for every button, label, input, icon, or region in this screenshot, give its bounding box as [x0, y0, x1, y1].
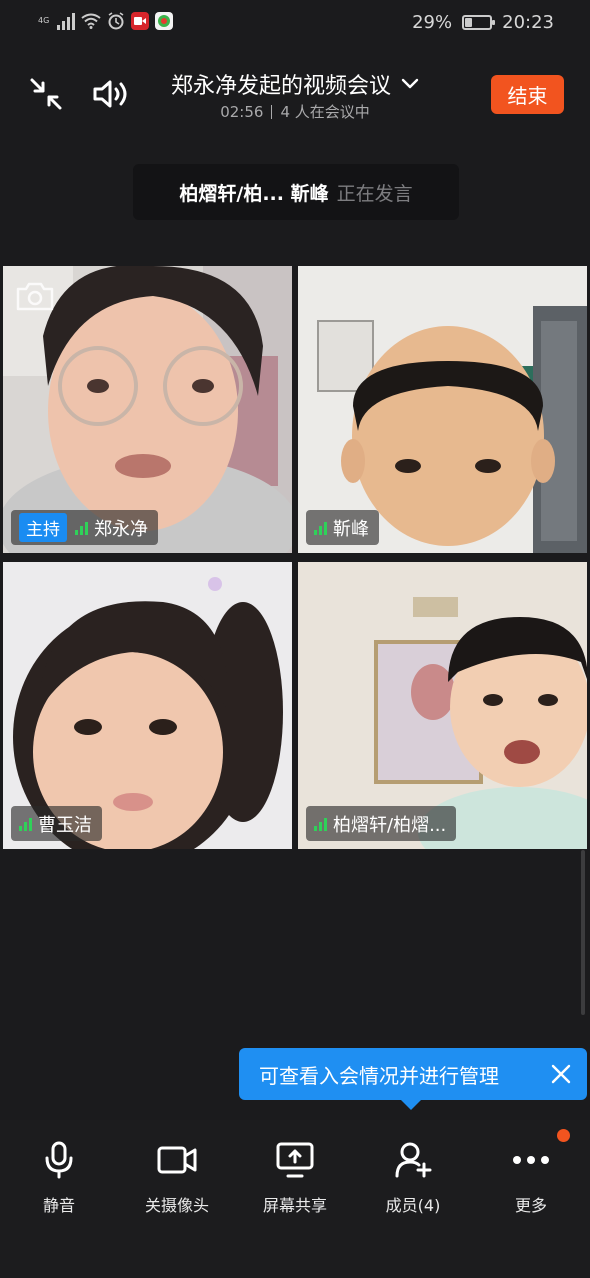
status-bar: 4G 29% 20:23 [0, 0, 590, 48]
meeting-duration: 02:56 [220, 103, 264, 121]
add-member-icon [395, 1142, 432, 1178]
wifi-icon [81, 13, 101, 29]
scrollbar[interactable] [581, 850, 585, 1015]
battery-icon [462, 15, 496, 30]
clock: 20:23 [502, 12, 554, 33]
audio-level-icon [19, 817, 32, 831]
recording-app-icon [131, 12, 150, 30]
audio-level-icon [75, 521, 88, 535]
video-camera-icon [157, 1146, 197, 1174]
members-tooltip: 可查看入会情况并进行管理 [239, 1048, 587, 1110]
participant-name: 郑永净 [94, 518, 148, 540]
participant-name: 靳峰 [333, 518, 369, 540]
end-meeting-button[interactable]: 结束 [491, 75, 564, 114]
video-tile-1[interactable]: 主持 郑永净 [3, 266, 292, 553]
screen-share-button[interactable]: 屏幕共享 [240, 1138, 350, 1216]
participant-name-tag: 柏熠轩/柏熠... [306, 806, 457, 841]
signal-icon [57, 12, 76, 30]
mute-label: 静音 [42, 1196, 75, 1215]
app-notification-icon [155, 12, 174, 30]
participant-name: 曹玉洁 [38, 814, 92, 836]
notification-dot [557, 1129, 570, 1142]
audio-level-icon [314, 521, 327, 535]
status-icons-left: 4G [38, 12, 174, 30]
more-button[interactable]: 更多 [476, 1138, 586, 1216]
audio-level-icon [314, 817, 327, 831]
members-button[interactable]: 成员(4) [358, 1138, 468, 1216]
more-label: 更多 [514, 1196, 547, 1215]
bottom-toolbar: 静音 关摄像头 屏幕共享 成员(4) 更多 [0, 1120, 590, 1278]
video-tile-2[interactable]: 靳峰 [298, 266, 587, 553]
tooltip-text: 可查看入会情况并进行管理 [259, 1063, 499, 1088]
meeting-title: 郑永净发起的视频会议 [170, 74, 391, 99]
alarm-icon [108, 12, 124, 30]
camera-label: 关摄像头 [144, 1196, 209, 1215]
camera-toggle-button[interactable]: 关摄像头 [122, 1138, 232, 1216]
battery-percent: 29% [412, 12, 453, 33]
host-badge: 主持 [19, 513, 67, 542]
speaking-indicator: 柏熠轩/柏... 靳峰 正在发言 [133, 164, 459, 220]
participant-name-tag: 曹玉洁 [11, 806, 102, 841]
screen-share-icon [276, 1142, 314, 1178]
chevron-down-icon [401, 78, 419, 89]
members-label: 成员(4) [385, 1196, 441, 1215]
divider [271, 105, 273, 119]
speaking-status: 正在发言 [336, 182, 413, 205]
mute-button[interactable]: 静音 [4, 1138, 114, 1216]
participant-name-tag: 靳峰 [306, 510, 379, 545]
participant-name: 柏熠轩/柏熠... [333, 814, 447, 836]
microphone-icon [45, 1141, 73, 1179]
network-type: 4G [38, 16, 50, 25]
share-label: 屏幕共享 [262, 1196, 327, 1215]
close-icon[interactable] [549, 1062, 573, 1086]
more-icon [513, 1156, 549, 1164]
participant-count: 4 人在会议中 [280, 103, 370, 121]
speaking-names: 柏熠轩/柏... 靳峰 [179, 182, 329, 205]
video-tile-4[interactable]: 柏熠轩/柏熠... [298, 562, 587, 849]
participant-name-tag: 主持 郑永净 [11, 510, 158, 545]
status-icons-right: 29% 20:23 [412, 12, 554, 33]
camera-switch-icon[interactable] [15, 280, 55, 312]
video-tile-3[interactable]: 曹玉洁 [3, 562, 292, 849]
